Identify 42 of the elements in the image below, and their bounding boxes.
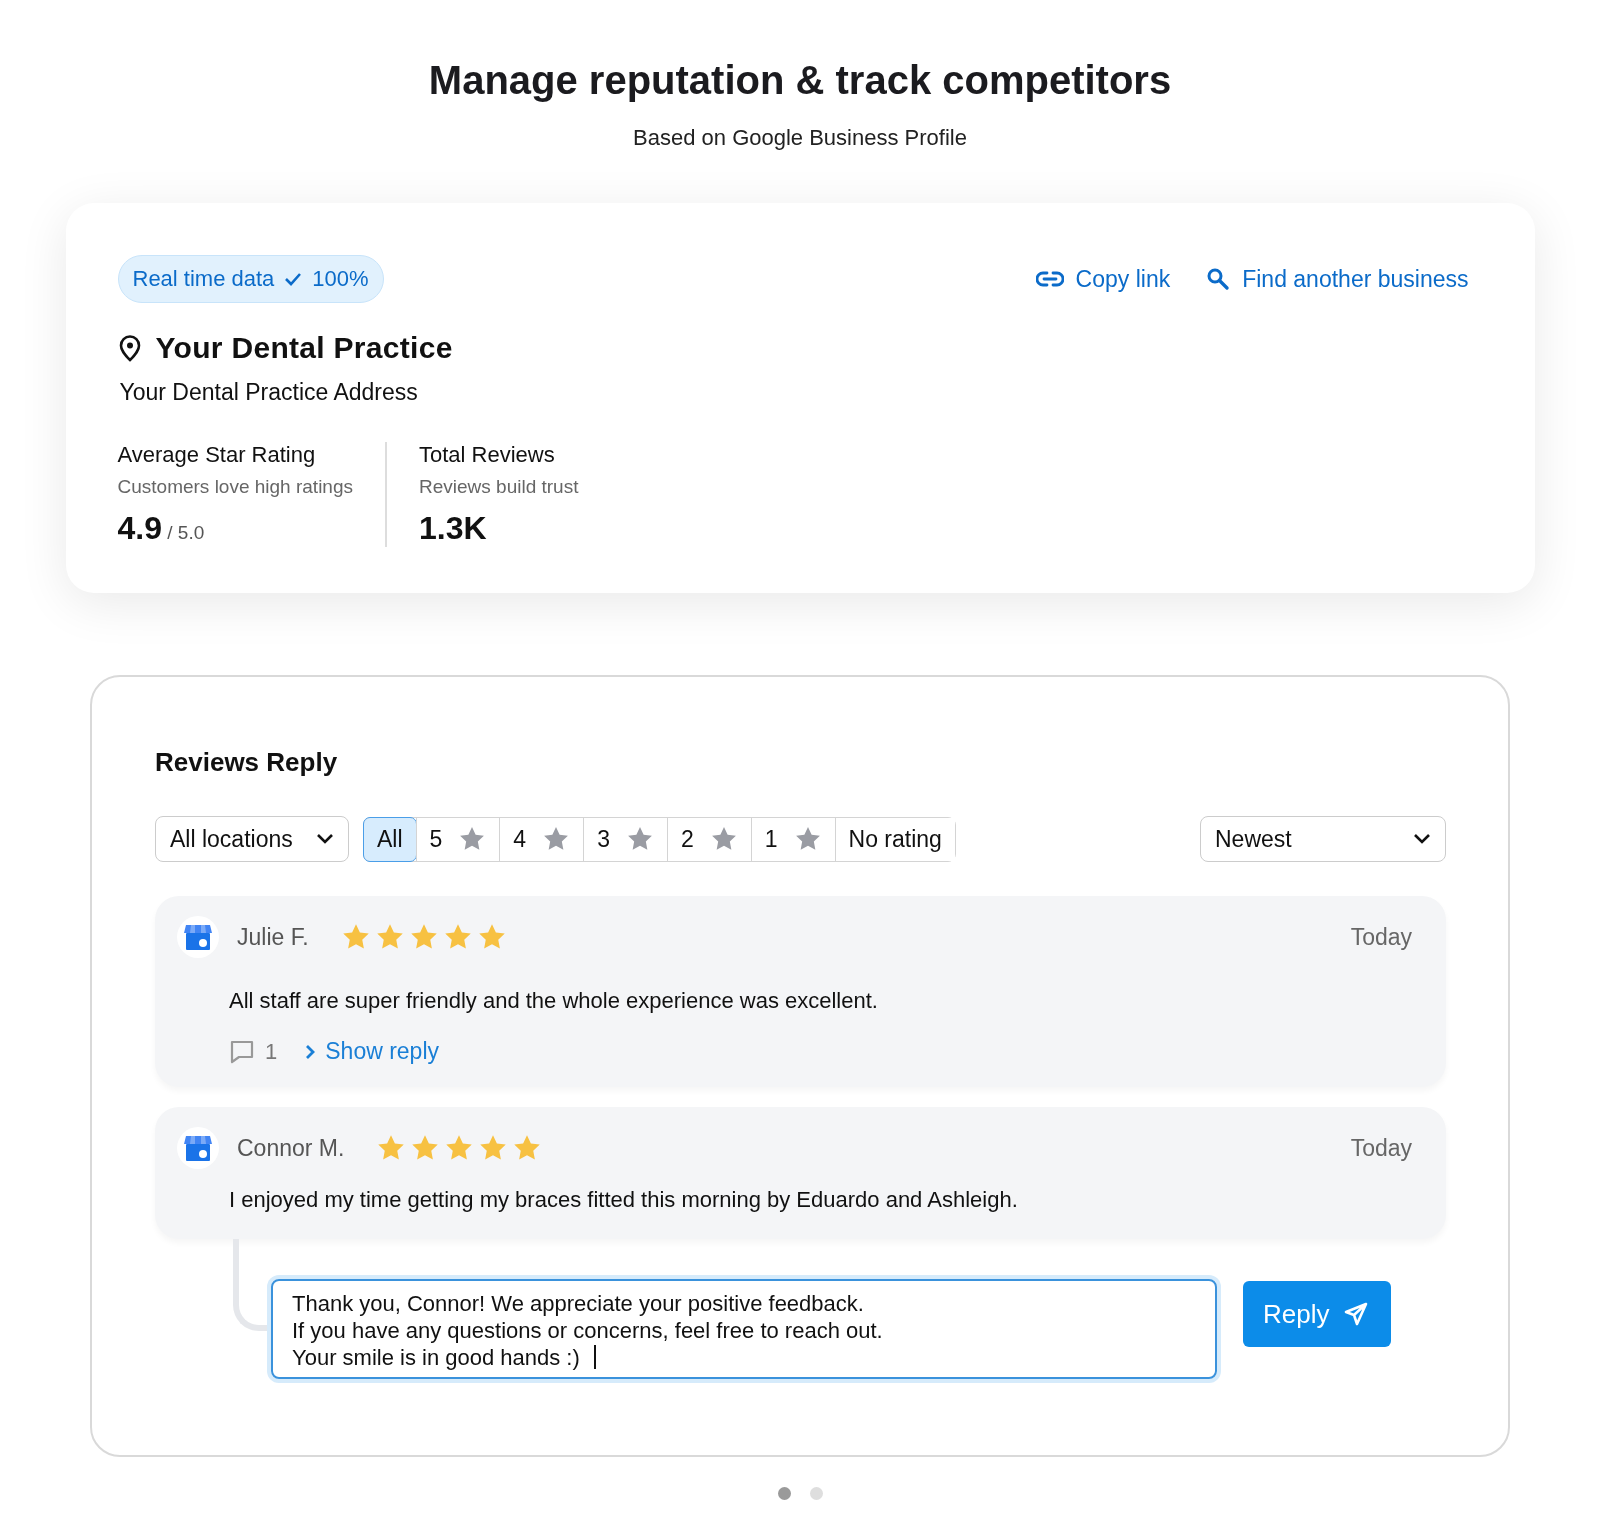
chevron-down-icon <box>1413 833 1431 845</box>
review-text: I enjoyed my time getting my braces fitted this morning by Eduardo and Ashleigh. <box>229 1187 1019 1213</box>
copy-link[interactable]: Copy link <box>1035 265 1171 293</box>
show-reply-link[interactable]: Show reply <box>305 1038 440 1065</box>
review-date: Today <box>1350 923 1412 951</box>
review-text: All staff are super friendly and the whole experience was excellent. <box>229 988 879 1014</box>
check-icon <box>284 272 303 286</box>
sort-dropdown[interactable]: Newest <box>1200 816 1446 862</box>
search-icon <box>1206 267 1231 291</box>
text-cursor <box>593 1345 596 1369</box>
stat-hint: Customers love high ratings <box>117 476 353 498</box>
chevron-right-icon <box>305 1043 316 1060</box>
send-icon <box>1343 1301 1370 1327</box>
stat-value: 4.9 / 5.0 <box>117 510 206 547</box>
section-title: Reviews Reply <box>155 747 339 778</box>
business-name: Your Dental Practice <box>155 331 453 365</box>
page-subtitle: Based on Google Business Profile <box>633 125 967 151</box>
badge-value: 100% <box>312 266 369 292</box>
review-author: Connor M. <box>237 1134 345 1162</box>
rating-filter-tab[interactable]: No rating <box>834 817 955 861</box>
stat-label: Total Reviews <box>419 442 556 468</box>
reply-count: 1 <box>265 1038 278 1065</box>
location-dropdown[interactable]: All locations <box>155 816 349 862</box>
stat-label: Average Star Rating <box>117 442 317 468</box>
rating-filter-tab[interactable]: All <box>364 817 416 861</box>
badge-label: Real time data <box>132 266 275 292</box>
review-date: Today <box>1350 1134 1412 1162</box>
stat-value: 1.3K <box>419 510 488 547</box>
stat-hint: Reviews build trust <box>419 476 579 498</box>
comment-icon <box>229 1038 255 1065</box>
chevron-down-icon <box>316 833 334 845</box>
link-icon <box>1035 271 1064 287</box>
pager-dot[interactable] <box>777 1487 791 1500</box>
find-business-link[interactable]: Find another business <box>1206 265 1469 293</box>
page-title: Manage reputation & track competitors <box>428 58 1172 103</box>
store-icon <box>183 1134 213 1162</box>
pager-dot[interactable] <box>809 1487 823 1500</box>
store-icon <box>183 923 213 951</box>
reply-button[interactable]: Reply <box>1243 1281 1392 1347</box>
location-pin-icon <box>117 334 142 362</box>
business-address: Your Dental Practice Address <box>119 379 419 406</box>
review-author: Julie F. <box>237 923 309 951</box>
